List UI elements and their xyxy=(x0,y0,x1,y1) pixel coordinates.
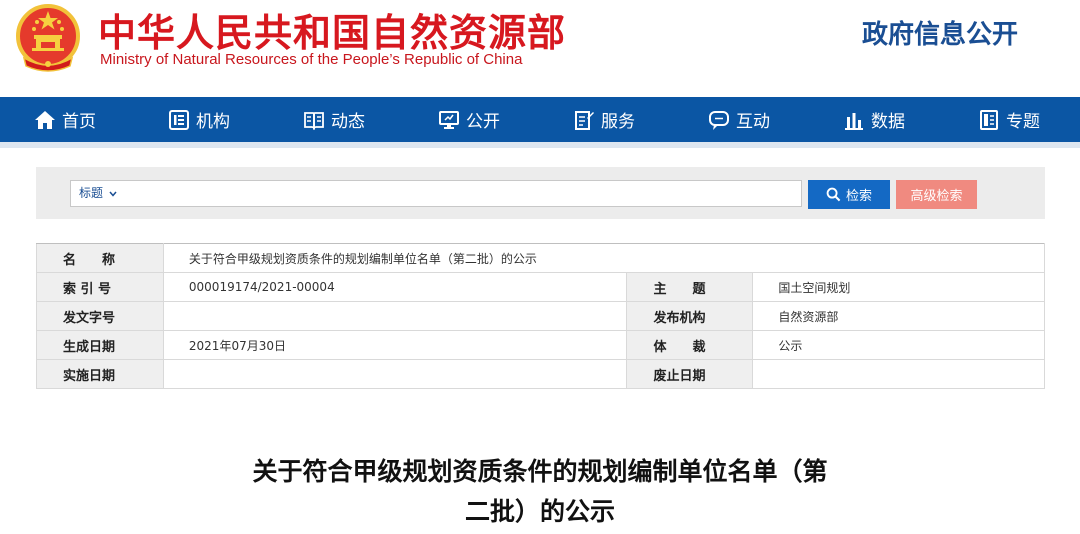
created-date-label: 生成日期 xyxy=(36,330,164,360)
chat-icon xyxy=(709,110,729,130)
gov-info-open-title[interactable]: 政府信息公开 xyxy=(862,14,1018,51)
site-title[interactable]: 中华人民共和国自然资源部 xyxy=(98,2,566,57)
name-value: 关于符合甲级规划资质条件的规划编制单位名单（第二批）的公示 xyxy=(162,243,1046,273)
advanced-search-label: 高级检索 xyxy=(910,189,963,204)
article-title-line2: 二批）的公示 xyxy=(464,497,615,526)
nav-item-interact[interactable]: 互动 xyxy=(708,97,770,142)
table-row: 发文字号 发布机构 自然资源部 xyxy=(36,301,1045,331)
home-icon xyxy=(35,110,55,129)
expiry-date-value xyxy=(752,359,1045,389)
search-panel: 标题 检索 高级检索 xyxy=(36,167,1045,219)
search-input[interactable] xyxy=(131,182,795,206)
bar-chart-icon xyxy=(845,112,863,130)
site-header: 中华人民共和国自然资源部 Ministry of Natural Resourc… xyxy=(0,0,1080,97)
doc-number-label: 发文字号 xyxy=(36,301,164,331)
publisher-value: 自然资源部 xyxy=(752,301,1045,331)
nav-label: 公开 xyxy=(466,112,500,132)
nav-label: 服务 xyxy=(601,112,635,132)
chevron-down-icon xyxy=(109,191,117,197)
search-scope-label: 标题 xyxy=(79,186,104,200)
name-label: 名 称 xyxy=(36,243,164,273)
article-title-line1: 关于符合甲级规划资质条件的规划编制单位名单（第 xyxy=(252,457,828,486)
monitor-icon xyxy=(439,110,459,129)
genre-label: 体 裁 xyxy=(626,330,754,360)
nav-label: 机构 xyxy=(196,112,230,132)
nav-label: 专题 xyxy=(1006,112,1040,132)
effective-date-label: 实施日期 xyxy=(36,359,164,389)
table-row: 索 引 号 000019174/2021-00004 主 题 国土空间规划 xyxy=(36,272,1045,302)
effective-date-value xyxy=(162,359,628,389)
main-nav: 首页 机构 动态 公开 服务 互动 数据 专题 xyxy=(0,97,1080,142)
nav-label: 数据 xyxy=(871,112,905,132)
nav-divider xyxy=(0,142,1080,148)
nav-item-home[interactable]: 首页 xyxy=(34,97,96,142)
search-box: 标题 xyxy=(70,180,802,207)
nav-item-data[interactable]: 数据 xyxy=(843,97,905,142)
subject-value: 国土空间规划 xyxy=(752,272,1045,302)
index-label: 索 引 号 xyxy=(36,272,164,302)
search-scope-dropdown[interactable]: 标题 xyxy=(79,181,117,206)
national-emblem-icon[interactable] xyxy=(14,2,82,74)
nav-item-open[interactable]: 公开 xyxy=(438,97,500,142)
table-row: 名 称 关于符合甲级规划资质条件的规划编制单位名单（第二批）的公示 xyxy=(36,243,1046,273)
nav-item-service[interactable]: 服务 xyxy=(573,97,635,142)
index-value: 000019174/2021-00004 xyxy=(162,272,628,302)
topic-icon xyxy=(980,109,998,130)
site-title-english: Ministry of Natural Resources of the Peo… xyxy=(100,51,523,68)
nav-label: 互动 xyxy=(736,112,770,132)
nav-item-organization[interactable]: 机构 xyxy=(168,97,230,142)
organization-icon xyxy=(169,109,189,130)
table-row: 生成日期 2021年07月30日 体 裁 公示 xyxy=(36,330,1045,360)
created-date-value: 2021年07月30日 xyxy=(162,330,628,360)
search-button-label: 检索 xyxy=(845,189,872,204)
document-edit-icon xyxy=(575,110,594,130)
nav-label: 首页 xyxy=(62,112,96,132)
nav-item-news[interactable]: 动态 xyxy=(303,97,365,142)
genre-value: 公示 xyxy=(752,330,1045,360)
doc-number-value xyxy=(162,301,628,331)
expiry-date-label: 废止日期 xyxy=(626,359,754,389)
search-button[interactable]: 检索 xyxy=(808,180,890,209)
advanced-search-button[interactable]: 高级检索 xyxy=(896,180,977,209)
nav-item-topic[interactable]: 专题 xyxy=(978,97,1040,142)
document-info-table: 名 称 关于符合甲级规划资质条件的规划编制单位名单（第二批）的公示 索 引 号 … xyxy=(36,243,1046,389)
article-title: 关于符合甲级规划资质条件的规划编制单位名单（第 二批）的公示 xyxy=(190,452,890,532)
nav-label: 动态 xyxy=(331,112,365,132)
table-row: 实施日期 废止日期 xyxy=(36,359,1045,389)
search-icon xyxy=(826,187,841,202)
subject-label: 主 题 xyxy=(626,272,754,302)
book-icon xyxy=(304,111,324,130)
publisher-label: 发布机构 xyxy=(626,301,754,331)
